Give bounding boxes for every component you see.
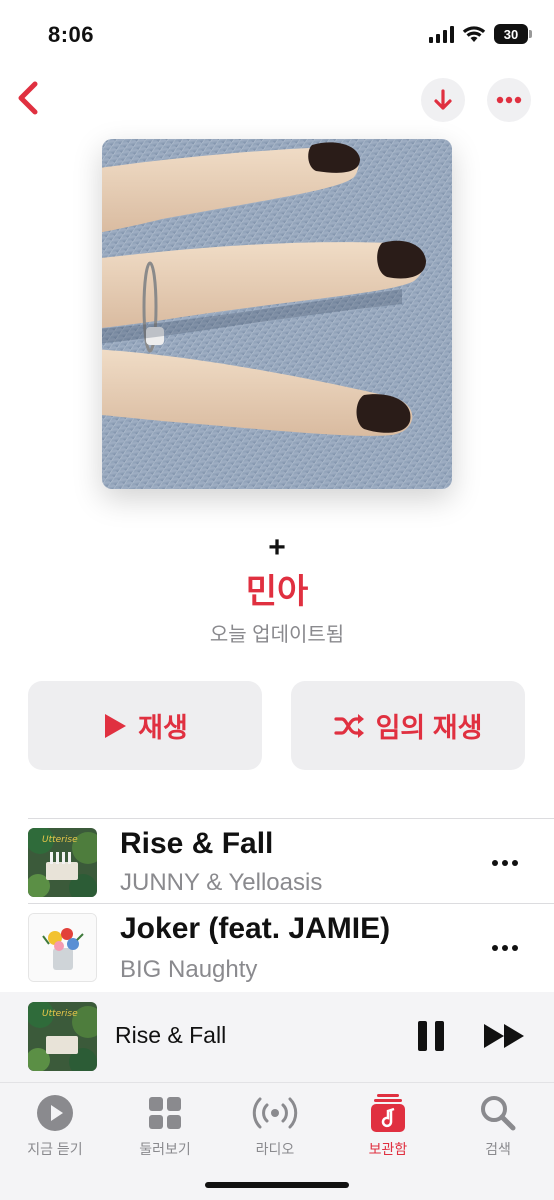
track-1-artwork: Utterise (28, 828, 97, 897)
tab-label: 검색 (485, 1141, 511, 1157)
list-divider (28, 903, 554, 904)
tab-label: 라디오 (255, 1141, 295, 1157)
battery-icon: 30 (494, 24, 532, 44)
download-button[interactable] (421, 78, 465, 122)
cellular-signal-icon (429, 25, 454, 43)
chevron-left-icon (18, 81, 38, 115)
track-2-artwork (28, 913, 97, 982)
status-bar: 8:06 30 (0, 0, 554, 70)
arrow-down-icon (434, 89, 452, 110)
wifi-icon (462, 26, 486, 42)
home-indicator[interactable] (205, 1182, 349, 1188)
shuffle-icon (333, 713, 364, 738)
tab-library[interactable]: 보관함 (333, 1091, 443, 1159)
play-icon (105, 713, 127, 738)
more-options-button[interactable] (487, 78, 531, 122)
play-button-label: 재생 (138, 713, 188, 743)
now-playing-title: Rise & Fall (115, 1022, 227, 1048)
play-button[interactable]: 재생 (28, 681, 262, 770)
back-button[interactable] (8, 76, 48, 120)
tab-label: 보관함 (368, 1141, 408, 1157)
pause-button[interactable] (414, 1018, 448, 1054)
now-playing-artwork: Utterise (28, 1002, 97, 1071)
list-divider (28, 818, 554, 819)
shuffle-button-label: 임의 재생 (375, 713, 483, 743)
battery-level: 30 (503, 26, 519, 42)
track-artist: BIG Naughty (120, 956, 258, 983)
track-title: Rise & Fall (120, 827, 274, 860)
playlist-artwork (102, 139, 452, 489)
play-circle-icon (37, 1095, 73, 1131)
radio-icon (252, 1097, 298, 1129)
fast-forward-icon (484, 1024, 524, 1048)
track-title: Joker (feat. JAMIE) (120, 912, 391, 945)
mini-player[interactable]: Utterise Rise & Fall (0, 992, 554, 1082)
tab-label: 둘러보기 (139, 1141, 191, 1157)
tab-label: 지금 듣기 (27, 1141, 83, 1157)
fast-forward-button[interactable] (480, 1016, 530, 1056)
status-indicators: 30 (429, 24, 532, 44)
pause-icon (418, 1021, 427, 1051)
grid-icon (149, 1097, 181, 1129)
status-time: 8:06 (48, 22, 95, 47)
track-row-1[interactable]: Utterise Rise & Fall JUNNY & Yelloasis (0, 823, 554, 903)
search-icon (481, 1096, 516, 1131)
tab-radio[interactable]: 라디오 (220, 1091, 330, 1159)
playlist-symbol: + (268, 531, 286, 564)
track-more-button[interactable] (483, 841, 527, 885)
track-row-2[interactable]: Joker (feat. JAMIE) BIG Naughty (0, 908, 554, 988)
svg-text:Utterise: Utterise (42, 1009, 78, 1019)
shuffle-button[interactable]: 임의 재생 (291, 681, 525, 770)
svg-text:Utterise: Utterise (42, 835, 78, 845)
tab-search[interactable]: 검색 (443, 1091, 553, 1159)
tab-browse[interactable]: 둘러보기 (110, 1091, 220, 1159)
playlist-title[interactable]: 민아 (0, 570, 554, 614)
library-icon (371, 1094, 405, 1132)
ellipsis-icon (496, 96, 522, 104)
tab-listen-now[interactable]: 지금 듣기 (0, 1091, 110, 1159)
track-more-button[interactable] (483, 926, 527, 970)
playlist-updated-text: 오늘 업데이트됨 (209, 624, 345, 646)
track-artist: JUNNY & Yelloasis (120, 869, 323, 896)
